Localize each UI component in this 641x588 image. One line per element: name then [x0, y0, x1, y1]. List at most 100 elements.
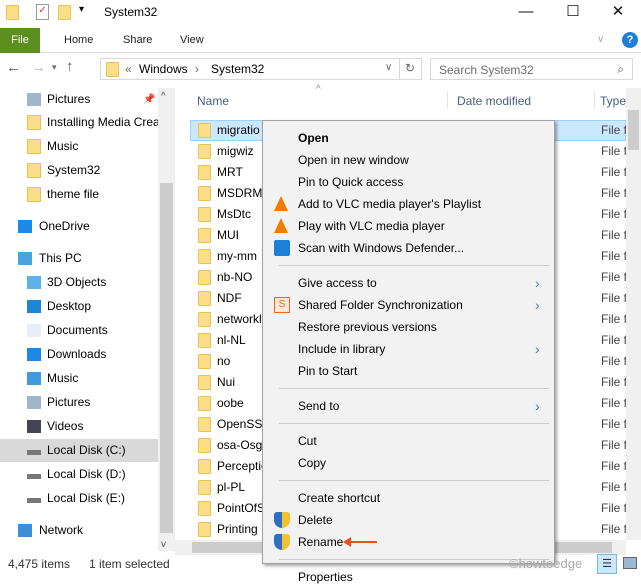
menu-item-open-in-new-window[interactable]: Open in new window	[265, 149, 552, 171]
folder-icon	[27, 115, 41, 130]
expand-ribbon-icon[interactable]: ∨	[597, 34, 604, 45]
menu-item-label: Add to VLC media player's Playlist	[298, 197, 482, 211]
large-icons-view-button[interactable]	[623, 557, 637, 569]
nav-item[interactable]: Network	[0, 519, 158, 542]
menu-item-shared-folder-synchronization[interactable]: S Shared Folder Synchronization ›	[265, 294, 552, 316]
defender-icon	[274, 240, 290, 256]
column-name[interactable]: Name	[197, 91, 229, 111]
nav-item[interactable]: Music	[0, 135, 158, 158]
column-type[interactable]: Type	[600, 91, 626, 111]
menu-item-create-shortcut[interactable]: Create shortcut	[265, 487, 552, 509]
nav-item[interactable]: Downloads	[0, 343, 158, 366]
folder-icon	[198, 522, 211, 537]
nav-item-label: Local Disk (D:)	[47, 467, 126, 481]
help-icon[interactable]: ?	[622, 32, 638, 48]
nav-item[interactable]: Videos	[0, 415, 158, 438]
menu-item-delete[interactable]: Delete	[265, 509, 552, 531]
properties-icon[interactable]: ✓	[36, 4, 49, 20]
nav-item[interactable]: Installing Media Crea	[0, 111, 158, 134]
arrow-head	[343, 537, 351, 547]
menu-item-give-access-to[interactable]: Give access to ›	[265, 272, 552, 294]
menu-item-rename[interactable]: Rename	[265, 531, 552, 553]
breadcrumb-system32[interactable]: System32	[211, 62, 264, 76]
uac-shield-icon	[274, 512, 290, 528]
details-view-button[interactable]: ☰	[597, 554, 617, 574]
menu-item-pin-to-start[interactable]: Pin to Start	[265, 360, 552, 382]
menu-item-pin-to-quick-access[interactable]: Pin to Quick access	[265, 171, 552, 193]
menu-separator	[279, 480, 549, 481]
submenu-arrow-icon: ›	[535, 398, 540, 414]
menu-item-copy[interactable]: Copy	[265, 452, 552, 474]
nav-item[interactable]: Pictures	[0, 391, 158, 414]
nav-item[interactable]: theme file	[0, 183, 158, 206]
overflow-chevron[interactable]: «	[125, 62, 132, 76]
menu-item-scan-with-windows-defender[interactable]: Scan with Windows Defender...	[265, 237, 552, 259]
nav-item[interactable]: Pictures 📌	[0, 88, 158, 111]
nav-item-label: Music	[47, 139, 79, 153]
folder-icon	[198, 333, 211, 348]
folder-icon	[6, 5, 19, 20]
nav-item-label: Installing Media Crea	[47, 115, 158, 129]
address-bar[interactable]: « Windows › System32 ∨ ↻	[100, 58, 422, 80]
file-list-vertical-scrollbar[interactable]	[626, 88, 641, 540]
file-name: Printing	[217, 522, 258, 536]
scroll-down-icon[interactable]: v	[161, 539, 166, 550]
annotation-arrow-icon	[347, 541, 377, 543]
pictures-icon	[27, 396, 41, 409]
menu-item-cut[interactable]: Cut	[265, 430, 552, 452]
address-dropdown-icon[interactable]: ∨	[385, 62, 392, 73]
music-icon	[27, 372, 41, 385]
qat-dropdown-icon[interactable]: ▾	[79, 4, 84, 15]
breadcrumb-windows[interactable]: Windows	[139, 62, 188, 76]
search-input[interactable]: Search System32 ⌕	[430, 58, 633, 80]
minimize-button[interactable]: —	[503, 0, 549, 26]
breadcrumb-separator-icon: ›	[195, 62, 199, 76]
nav-item-label: Local Disk (E:)	[47, 491, 126, 505]
nav-item[interactable]: OneDrive	[0, 215, 158, 238]
nav-item[interactable]: Desktop	[0, 295, 158, 318]
menu-item-restore-previous-versions[interactable]: Restore previous versions	[265, 316, 552, 338]
close-button[interactable]: ✕	[595, 0, 641, 26]
refresh-icon[interactable]: ↻	[405, 61, 415, 75]
menu-item-send-to[interactable]: Send to ›	[265, 395, 552, 417]
menu-item-label: Open	[298, 131, 329, 145]
nav-item[interactable]: Documents	[0, 319, 158, 342]
menu-item-open[interactable]: Open	[265, 127, 552, 149]
folder-icon	[198, 228, 211, 243]
tab-view[interactable]: View	[180, 28, 204, 53]
recent-dropdown-icon[interactable]: ▾	[52, 62, 57, 73]
menu-item-include-in-library[interactable]: Include in library ›	[265, 338, 552, 360]
tab-file[interactable]: File	[0, 28, 40, 53]
folder-icon	[27, 139, 41, 154]
nav-item[interactable]: System32	[0, 159, 158, 182]
tab-share[interactable]: Share	[123, 28, 152, 53]
menu-item-play-with-vlc-media-player[interactable]: Play with VLC media player	[265, 215, 552, 237]
nav-scrollbar-thumb[interactable]	[160, 183, 173, 533]
this-pc-icon	[18, 252, 32, 265]
forward-icon[interactable]: →	[31, 59, 46, 76]
new-folder-icon[interactable]	[58, 5, 71, 20]
nav-item[interactable]: Local Disk (D:)	[0, 463, 158, 486]
maximize-button[interactable]: ☐	[550, 0, 596, 26]
file-name: Perceptio	[217, 459, 268, 473]
nav-item[interactable]: Music	[0, 367, 158, 390]
pin-icon[interactable]: 📌	[143, 88, 155, 111]
back-icon[interactable]: ←	[6, 59, 21, 76]
nav-item[interactable]: Local Disk (C:)	[0, 439, 158, 462]
menu-separator	[279, 388, 549, 389]
up-icon[interactable]: ↑	[66, 58, 74, 75]
menu-item-label: Scan with Windows Defender...	[298, 241, 465, 255]
column-date-modified[interactable]: Date modified	[457, 91, 531, 111]
drive-icon	[27, 498, 41, 503]
menu-item-add-to-vlc-media-player-s-playlist[interactable]: Add to VLC media player's Playlist	[265, 193, 552, 215]
tab-home[interactable]: Home	[64, 28, 93, 53]
menu-item-label: Open in new window	[298, 153, 409, 167]
menu-item-label: Rename	[298, 535, 344, 549]
scroll-up-icon[interactable]: ^	[161, 91, 166, 102]
nav-item[interactable]: Local Disk (E:)	[0, 487, 158, 510]
nav-item[interactable]: 3D Objects	[0, 271, 158, 294]
sync-icon: S	[274, 297, 290, 313]
menu-item-label: Include in library	[298, 342, 386, 356]
nav-item[interactable]: This PC	[0, 247, 158, 270]
file-name: MsDtc	[217, 207, 251, 221]
